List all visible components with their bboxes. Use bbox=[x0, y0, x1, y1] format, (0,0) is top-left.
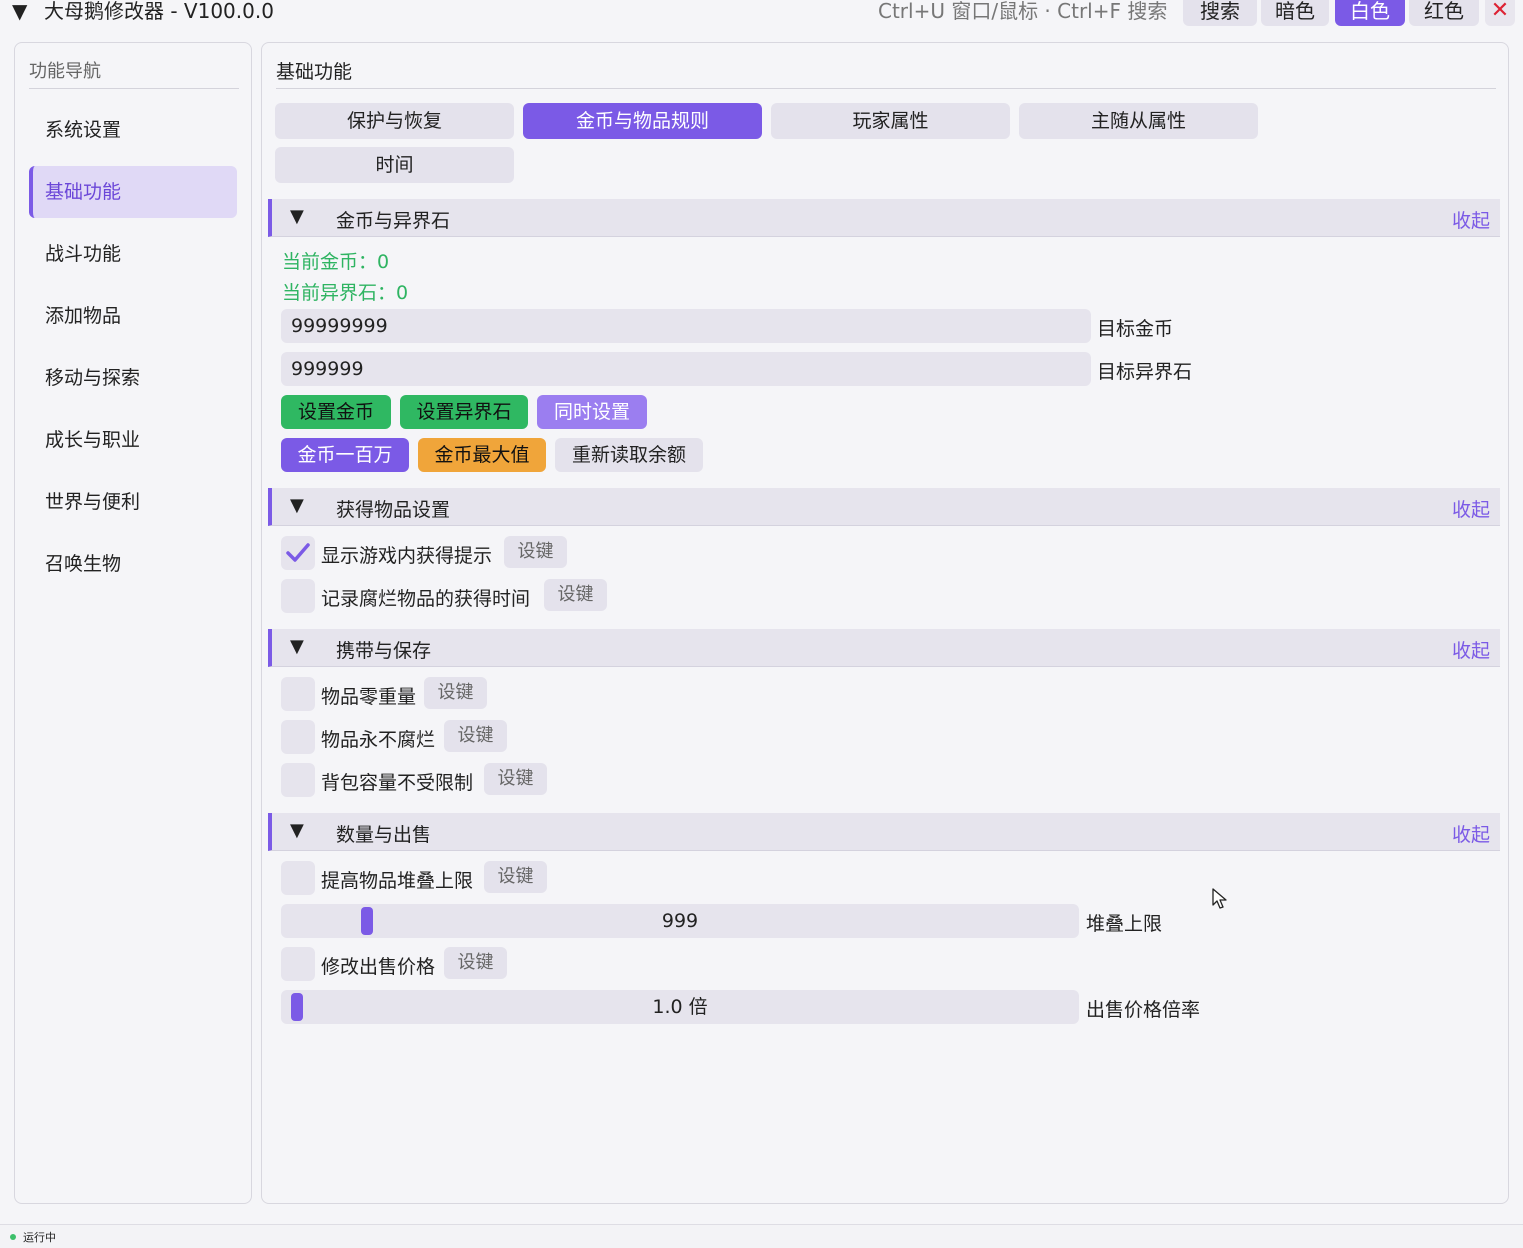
record-rot-time-label: 记录腐烂物品的获得时间 bbox=[321, 588, 531, 610]
gold-million-button[interactable]: 金币一百万 bbox=[281, 438, 409, 472]
collapse-link[interactable]: 收起 bbox=[1452, 636, 1490, 663]
set-key-button[interactable]: 设键 bbox=[484, 861, 547, 893]
show-obtain-hint-checkbox[interactable] bbox=[281, 536, 315, 570]
collapse-arrow-icon[interactable]: ▼ bbox=[12, 0, 27, 22]
show-obtain-hint-label: 显示游戏内获得提示 bbox=[321, 545, 493, 567]
sell-price-slider[interactable]: 1.0 倍 bbox=[281, 990, 1079, 1024]
sidebar-item-basic-functions[interactable]: 基础功能 bbox=[29, 166, 237, 218]
window-title: 大母鹅修改器 - V100.0.0 bbox=[44, 0, 274, 23]
collapse-link[interactable]: 收起 bbox=[1452, 495, 1490, 522]
expand-arrow-icon: ▼ bbox=[290, 495, 304, 516]
set-stone-button[interactable]: 设置异界石 bbox=[400, 395, 528, 429]
tab-gold-items[interactable]: 金币与物品规则 bbox=[523, 103, 762, 139]
section-quantity-header[interactable]: ▼ 数量与出售 收起 bbox=[268, 813, 1500, 851]
tab-follower-attributes[interactable]: 主随从属性 bbox=[1019, 103, 1258, 139]
set-key-button[interactable]: 设键 bbox=[444, 720, 507, 752]
reload-balance-button[interactable]: 重新读取余额 bbox=[555, 438, 703, 472]
target-gold-label: 目标金币 bbox=[1097, 318, 1174, 340]
section-title: 金币与异界石 bbox=[336, 210, 451, 232]
collapse-link[interactable]: 收起 bbox=[1452, 206, 1490, 233]
close-button[interactable]: ✕ bbox=[1485, 0, 1515, 26]
title-bar: ▼ 大母鹅修改器 - V100.0.0 Ctrl+U 窗口/鼠标 · Ctrl+… bbox=[0, 0, 1523, 28]
status-bar: 运行中 bbox=[0, 1224, 1523, 1248]
sidebar-item-system-settings[interactable]: 系统设置 bbox=[29, 104, 237, 156]
set-key-button[interactable]: 设键 bbox=[424, 677, 487, 709]
section-title: 获得物品设置 bbox=[336, 499, 451, 521]
set-gold-button[interactable]: 设置金币 bbox=[281, 395, 391, 429]
current-stone-text: 当前异界石：0 bbox=[282, 282, 409, 304]
dark-theme-button[interactable]: 暗色 bbox=[1261, 0, 1329, 26]
section-title: 数量与出售 bbox=[336, 824, 432, 846]
target-gold-input[interactable]: 99999999 bbox=[281, 309, 1091, 343]
zero-weight-label: 物品零重量 bbox=[321, 686, 417, 708]
section-carry-header[interactable]: ▼ 携带与保存 收起 bbox=[268, 629, 1500, 667]
target-stone-input[interactable]: 999999 bbox=[281, 352, 1091, 386]
sell-price-slider-label: 出售价格倍率 bbox=[1086, 999, 1201, 1021]
close-icon: ✕ bbox=[1490, 0, 1510, 23]
expand-arrow-icon: ▼ bbox=[290, 206, 304, 227]
stack-limit-label: 提高物品堆叠上限 bbox=[321, 870, 474, 892]
main-panel: 基础功能 保护与恢复 金币与物品规则 玩家属性 主随从属性 时间 ▼ 金币与异界… bbox=[261, 42, 1509, 1204]
tab-time[interactable]: 时间 bbox=[275, 147, 514, 183]
red-theme-button[interactable]: 红色 bbox=[1409, 0, 1479, 26]
unlimited-bag-label: 背包容量不受限制 bbox=[321, 772, 474, 794]
stack-limit-slider[interactable]: 999 bbox=[281, 904, 1079, 938]
page-title: 基础功能 bbox=[276, 61, 353, 83]
check-icon bbox=[286, 543, 310, 562]
mouse-cursor-icon bbox=[1212, 888, 1227, 909]
collapse-link[interactable]: 收起 bbox=[1452, 820, 1490, 847]
zero-weight-checkbox[interactable] bbox=[281, 677, 315, 711]
unlimited-bag-checkbox[interactable] bbox=[281, 763, 315, 797]
target-stone-label: 目标异界石 bbox=[1097, 361, 1193, 383]
record-rot-time-checkbox[interactable] bbox=[281, 579, 315, 613]
divider bbox=[276, 88, 1496, 89]
sidebar-item-world[interactable]: 世界与便利 bbox=[29, 476, 237, 528]
section-gold-header[interactable]: ▼ 金币与异界石 收起 bbox=[268, 199, 1500, 237]
never-rot-checkbox[interactable] bbox=[281, 720, 315, 754]
status-dot-icon bbox=[10, 1234, 16, 1240]
sidebar: 功能导航 系统设置 基础功能 战斗功能 添加物品 移动与探索 成长与职业 世界与… bbox=[14, 42, 252, 1204]
stack-limit-slider-label: 堆叠上限 bbox=[1086, 913, 1163, 935]
set-key-button[interactable]: 设键 bbox=[504, 536, 567, 568]
tab-player-attributes[interactable]: 玩家属性 bbox=[771, 103, 1010, 139]
section-title: 携带与保存 bbox=[336, 640, 432, 662]
sidebar-item-combat[interactable]: 战斗功能 bbox=[29, 228, 237, 280]
set-both-button[interactable]: 同时设置 bbox=[537, 395, 647, 429]
set-key-button[interactable]: 设键 bbox=[444, 947, 507, 979]
search-button[interactable]: 搜索 bbox=[1183, 0, 1257, 26]
sidebar-item-add-items[interactable]: 添加物品 bbox=[29, 290, 237, 342]
shortcut-hint: Ctrl+U 窗口/鼠标 · Ctrl+F 搜索 bbox=[878, 0, 1168, 23]
sidebar-item-growth[interactable]: 成长与职业 bbox=[29, 414, 237, 466]
current-gold-text: 当前金币：0 bbox=[282, 251, 390, 273]
never-rot-label: 物品永不腐烂 bbox=[321, 729, 436, 751]
sidebar-item-movement[interactable]: 移动与探索 bbox=[29, 352, 237, 404]
set-key-button[interactable]: 设键 bbox=[484, 763, 547, 795]
sell-price-checkbox[interactable] bbox=[281, 947, 315, 981]
status-text: 运行中 bbox=[23, 1231, 56, 1244]
tab-protection[interactable]: 保护与恢复 bbox=[275, 103, 514, 139]
sell-price-label: 修改出售价格 bbox=[321, 956, 436, 978]
sidebar-item-summon[interactable]: 召唤生物 bbox=[29, 538, 237, 590]
expand-arrow-icon: ▼ bbox=[290, 820, 304, 841]
gold-max-button[interactable]: 金币最大值 bbox=[418, 438, 546, 472]
sidebar-title: 功能导航 bbox=[29, 61, 101, 82]
expand-arrow-icon: ▼ bbox=[290, 636, 304, 657]
slider-value: 999 bbox=[661, 910, 699, 932]
set-key-button[interactable]: 设键 bbox=[544, 579, 607, 611]
stack-limit-checkbox[interactable] bbox=[281, 861, 315, 895]
white-theme-button[interactable]: 白色 bbox=[1335, 0, 1405, 26]
slider-value: 1.0 倍 bbox=[652, 996, 708, 1018]
divider bbox=[29, 88, 239, 89]
section-obtain-header[interactable]: ▼ 获得物品设置 收起 bbox=[268, 488, 1500, 526]
